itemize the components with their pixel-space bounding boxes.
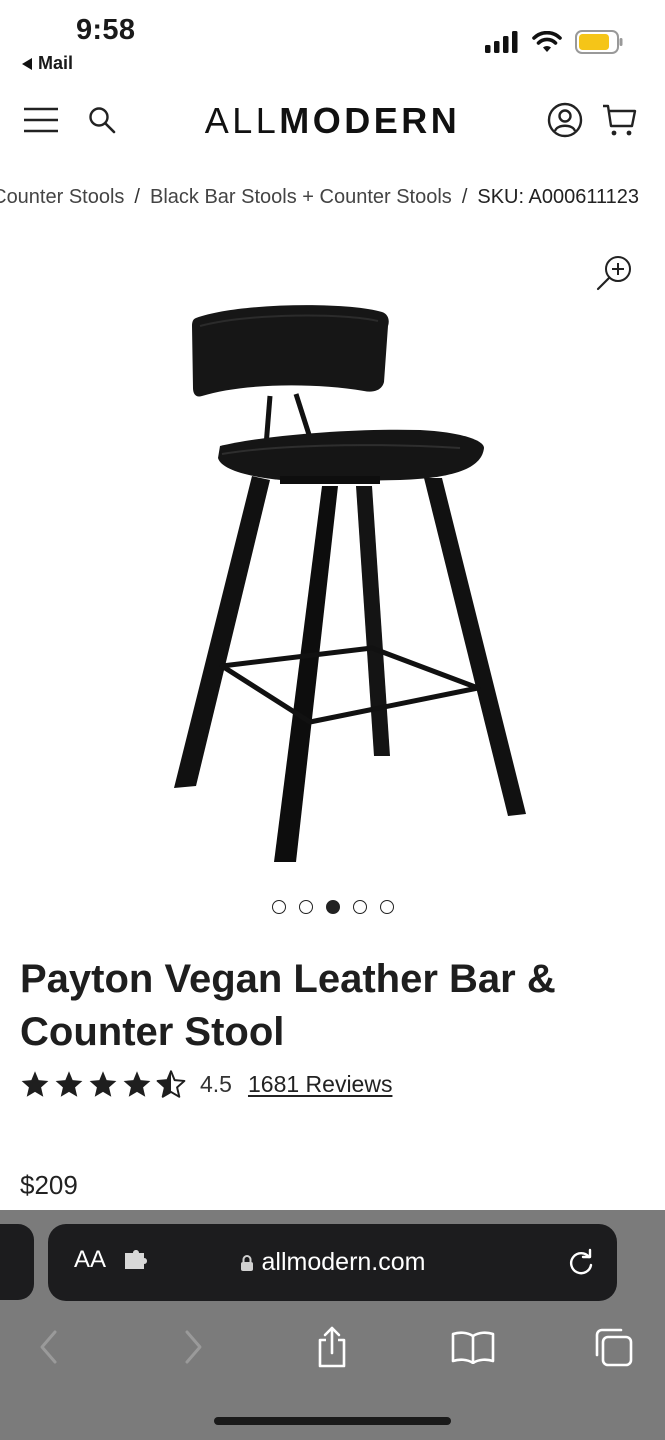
forward-icon [185,1330,202,1364]
star-half-icon [156,1070,186,1098]
url-text: allmodern.com [261,1248,426,1276]
breadcrumb: Bar + Counter Stools / Black Bar Stools … [0,184,665,214]
breadcrumb-sku: SKU: A000611123 [477,186,639,208]
account-button[interactable] [545,100,585,140]
back-to-mail-button[interactable]: Mail [22,53,73,74]
product-title: Payton Vegan Leather Bar & Counter Stool [20,957,556,1054]
url-display[interactable]: allmodern.com [48,1248,617,1277]
carousel-dot[interactable] [298,900,313,914]
product-image-bar-stool[interactable] [160,296,540,866]
share-icon [318,1326,346,1368]
account-icon [547,102,583,138]
back-to-mail-label: Mail [38,53,74,73]
lock-icon [240,1254,253,1271]
zoom-button[interactable] [595,253,635,293]
back-triangle-icon [22,57,32,70]
star-full-icon [123,1071,151,1097]
product-price: $209 [20,1170,78,1200]
cart-icon [603,104,637,136]
star-full-icon [55,1071,83,1097]
logo-bold-text: MODERN [279,100,461,141]
previous-tab-preview[interactable] [0,1224,34,1300]
image-carousel-dots [0,900,665,914]
star-full-icon [21,1071,49,1097]
status-time: 9:58 [76,14,136,46]
back-icon [40,1330,57,1364]
rating-value: 4.5 [200,1070,232,1097]
browser-bottom-bar: AA allmodern.com [0,1210,665,1440]
star-rating [20,1070,186,1098]
breadcrumb-link-black-bar-stools[interactable]: Black Bar Stools + Counter Stools [150,186,452,209]
breadcrumb-separator: / [461,186,468,208]
carousel-dot[interactable] [352,900,367,914]
home-indicator[interactable] [214,1417,451,1425]
forward-button[interactable] [168,1322,218,1372]
zoom-in-icon [596,256,631,291]
tabs-button[interactable] [588,1322,638,1372]
bookmarks-icon [451,1331,495,1364]
cellular-signal-icon [485,31,518,53]
cart-button[interactable] [599,100,639,140]
star-full-icon [89,1071,117,1097]
reviews-link[interactable]: 1681 Reviews [248,1071,392,1098]
carousel-dot[interactable] [379,900,394,914]
bookmarks-button[interactable] [448,1322,498,1372]
product-rating[interactable]: 4.5 1681 Reviews [20,1070,392,1098]
breadcrumb-link-bar-counter-stools[interactable]: Bar + Counter Stools [0,186,124,209]
back-button[interactable] [24,1322,74,1372]
logo-light-text: ALL [204,100,280,141]
breadcrumb-separator: / [134,186,140,208]
battery-icon [575,30,623,54]
wifi-icon [532,31,562,52]
browser-toolbar [0,1322,665,1382]
reload-icon[interactable] [567,1248,595,1276]
carousel-dot-active[interactable] [325,900,340,914]
address-bar[interactable]: AA allmodern.com [48,1224,617,1301]
status-icons [485,30,623,54]
carousel-dot[interactable] [271,900,286,914]
tabs-icon [595,1328,633,1367]
share-button[interactable] [307,1322,357,1372]
